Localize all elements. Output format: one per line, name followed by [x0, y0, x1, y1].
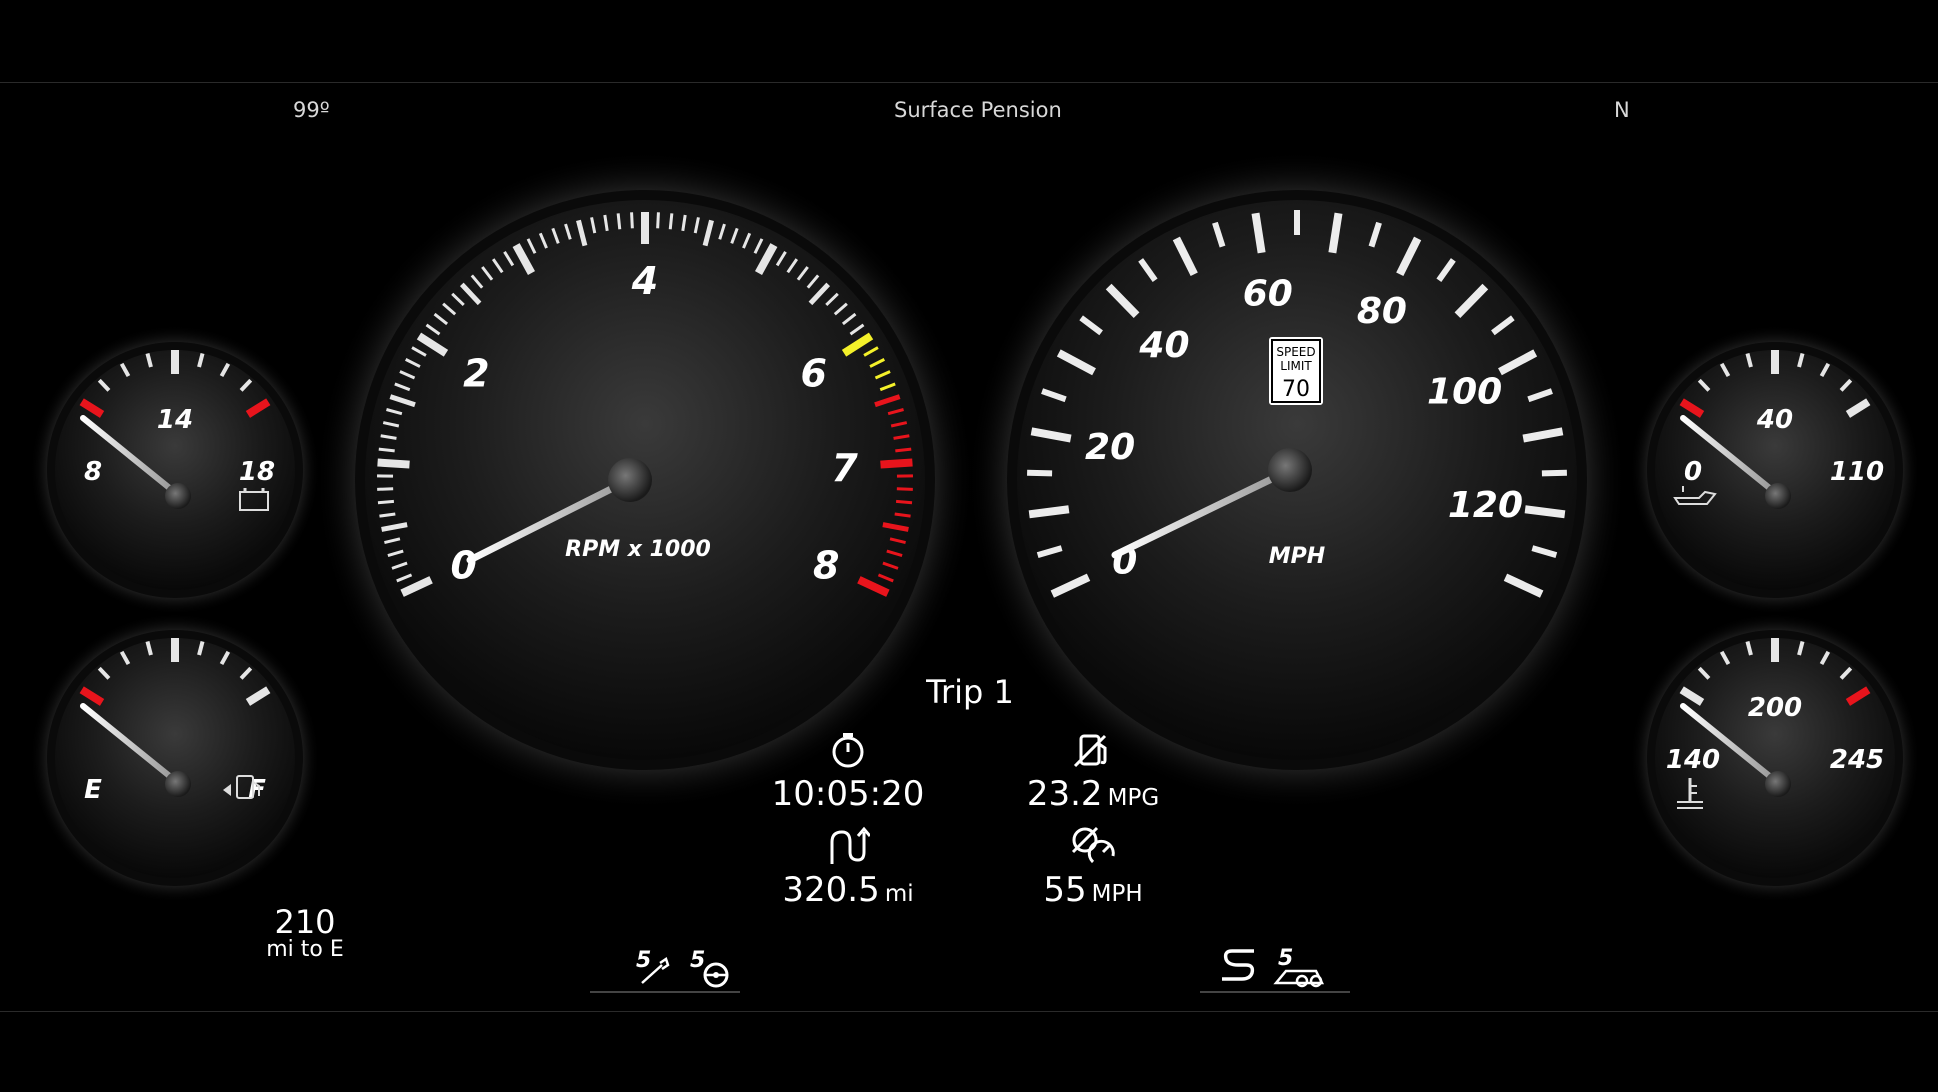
coolant-temp-gauge-label: 140 — [1666, 745, 1720, 775]
tachometer-tick — [379, 512, 396, 518]
tachometer: 0 2 4 6 7 8 RPM x 1000 — [315, 150, 975, 810]
trip-title: Trip 1 — [926, 673, 1014, 711]
drive-mode-steering-icon[interactable]: 5 — [688, 945, 734, 993]
speed-limit-line2: LIMIT — [1280, 359, 1312, 373]
tachometer-label: 7 — [831, 446, 858, 490]
oil-pressure-gauge: 0 40 110 — [1630, 325, 1920, 615]
range-label: mi to E — [266, 937, 344, 962]
tachometer-tick — [377, 499, 395, 505]
fuel-economy-icon — [1073, 734, 1107, 768]
tachometer-tick — [895, 499, 913, 505]
speedometer-unit-label: MPH — [1269, 544, 1325, 569]
tachometer-tick — [616, 213, 622, 230]
fuel-gauge-label: F — [248, 775, 266, 805]
stopwatch-icon — [832, 733, 864, 768]
trip-elapsed-time: 10:05:20 — [738, 730, 958, 814]
fuel-gauge-label: E — [84, 775, 102, 805]
trip-avg-speed-value: 55 — [1043, 870, 1087, 910]
speedometer-label: 100 — [1427, 372, 1502, 413]
fuel-gauge: EF — [30, 613, 320, 903]
tachometer-tick — [896, 487, 913, 491]
coolant-temp-gauge-hub — [1765, 771, 1791, 797]
tachometer-tick — [668, 213, 674, 230]
voltage-gauge: 8 14 18 — [30, 325, 320, 615]
route-distance-icon — [830, 826, 872, 864]
tachometer-tick — [377, 458, 410, 469]
tachometer-tick — [378, 447, 395, 453]
speedometer-tick — [1027, 469, 1053, 477]
speed-limit-sign: SPEED LIMIT 70 — [1269, 337, 1323, 405]
speedometer-tick — [1541, 469, 1567, 477]
drive-mode-sport-icon[interactable] — [1218, 945, 1262, 989]
speedometer-label: 40 — [1138, 325, 1189, 366]
fuel-gauge-hub — [165, 771, 191, 797]
voltage-gauge-label: 14 — [157, 405, 193, 435]
range-value: 210 — [274, 903, 336, 941]
coolant-temp-gauge: 140 200 245 — [1630, 613, 1920, 903]
mode-group-left-underline — [590, 991, 740, 993]
tachometer-hub — [608, 458, 652, 502]
tachometer-tick — [894, 512, 911, 518]
tachometer-tick — [880, 458, 913, 469]
trip-distance-value: 320.5 — [782, 870, 880, 910]
voltage-gauge-label: 18 — [239, 457, 275, 487]
trip-fuel-economy: 23.2 MPG — [983, 730, 1203, 814]
voltage-gauge-hub — [165, 483, 191, 509]
tachometer-label: 8 — [813, 544, 839, 588]
mode-group-right-underline — [1200, 991, 1350, 993]
speedometer: 0204060 80100120 MPH SPEED LIMIT 70 — [967, 150, 1627, 810]
trip-distance: 320.5 mi — [738, 826, 958, 910]
speedometer-hub — [1268, 448, 1312, 492]
speed-limit-line1: SPEED — [1276, 345, 1315, 359]
trip-mpg-value: 23.2 — [1026, 774, 1103, 814]
tachometer-tick — [630, 212, 634, 229]
speedometer-tick — [1028, 505, 1070, 519]
speedometer-label: 80 — [1357, 291, 1407, 332]
tachometer-label: 0 — [451, 544, 477, 588]
tachometer-label: 4 — [631, 259, 658, 303]
average-speed-icon — [1071, 826, 1115, 864]
coolant-temp-gauge-label: 245 — [1830, 745, 1884, 775]
trip-average-speed: 55 MPH — [983, 826, 1203, 910]
oil-pressure-gauge-label: 0 — [1684, 457, 1702, 487]
voltage-gauge-label: 8 — [84, 457, 102, 487]
speed-limit-value: 70 — [1282, 377, 1310, 402]
trip-avg-speed-unit: MPH — [1091, 881, 1143, 907]
speedometer-label: 120 — [1448, 485, 1523, 526]
coolant-temp-gauge-label: 200 — [1748, 693, 1802, 723]
range-to-empty: 210 mi to E — [255, 905, 355, 961]
speedometer-tick — [1524, 505, 1566, 519]
tachometer-unit-label: RPM x 1000 — [565, 537, 711, 562]
tachometer-tick — [377, 487, 394, 491]
svg-text:5: 5 — [636, 948, 651, 973]
oil-pressure-gauge-hub — [1765, 483, 1791, 509]
trip-mpg-unit: MPG — [1107, 785, 1160, 811]
tachometer-tick — [656, 212, 660, 229]
drive-mode-track-icon[interactable]: 5 — [1272, 945, 1326, 993]
oil-pressure-gauge-label: 110 — [1830, 457, 1884, 487]
speedometer-label: 60 — [1243, 273, 1293, 314]
oil-pressure-gauge-label: 40 — [1756, 405, 1793, 435]
trip-distance-unit: mi — [884, 881, 914, 907]
tachometer-label: 2 — [463, 352, 489, 396]
drive-mode-wrench-icon[interactable]: 5 — [632, 945, 674, 991]
trip-time-value: 10:05:20 — [771, 774, 925, 814]
speedometer-label: 20 — [1085, 427, 1135, 468]
svg-text:5: 5 — [690, 948, 705, 973]
tachometer-label: 6 — [800, 352, 826, 396]
svg-text:5: 5 — [1278, 946, 1293, 971]
tachometer-tick — [895, 447, 912, 453]
